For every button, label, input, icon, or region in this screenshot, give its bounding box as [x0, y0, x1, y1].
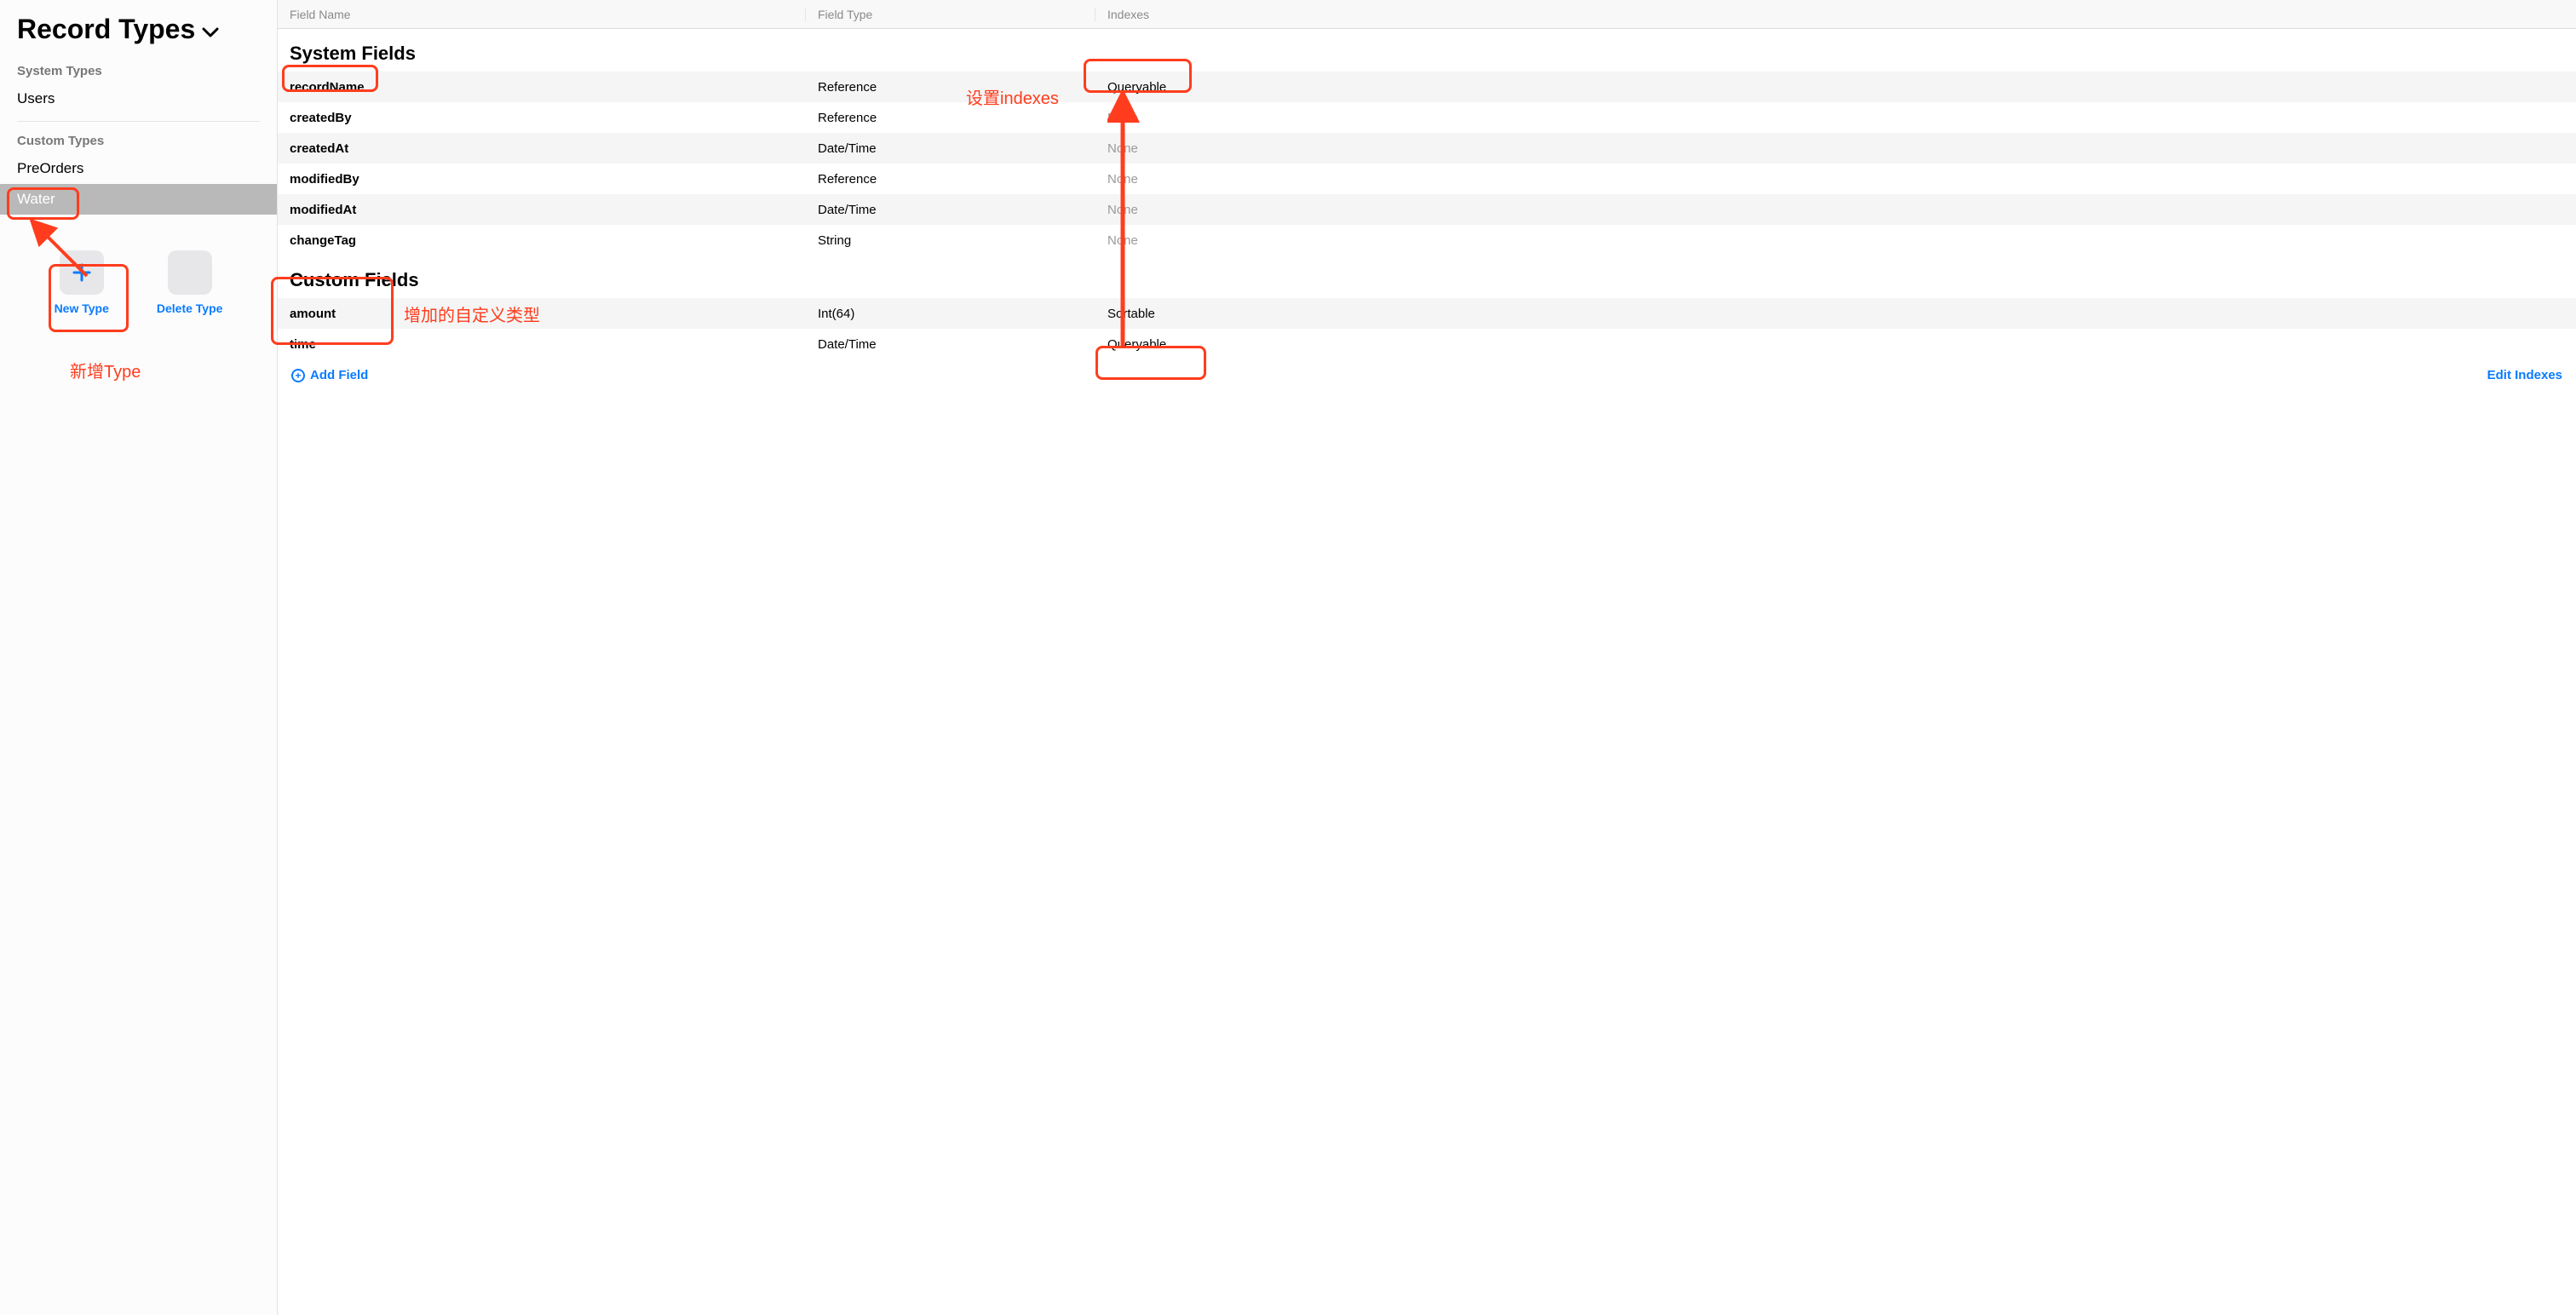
sidebar-section-custom: Custom Types [0, 129, 277, 153]
main-panel: Field Name Field Type Indexes System Fie… [278, 0, 2576, 1315]
divider [17, 121, 260, 122]
custom-fields: amount Int(64) Sortable time Date/Time Q… [278, 298, 2576, 359]
col-header-name: Field Name [278, 8, 806, 21]
cell-type: Date/Time [806, 141, 1095, 156]
table-row[interactable]: modifiedAt Date/Time None [278, 194, 2576, 225]
col-header-indexes: Indexes [1095, 8, 2576, 21]
table-row[interactable]: changeTag String None [278, 225, 2576, 256]
cell-name: time [278, 337, 806, 352]
cell-indexes: None [1095, 203, 2576, 217]
cell-indexes: None [1095, 172, 2576, 187]
section-heading-system: System Fields [278, 29, 2576, 72]
cell-indexes: None [1095, 233, 2576, 248]
sidebar-section-system: System Types [0, 59, 277, 83]
new-type-label: New Type [55, 301, 109, 315]
plus-circle-icon: + [291, 369, 305, 382]
cell-type: Reference [806, 111, 1095, 125]
delete-type-button[interactable]: Delete Type [157, 250, 223, 315]
cell-name: changeTag [278, 233, 806, 248]
sidebar-item-users[interactable]: Users [0, 83, 277, 114]
col-header-type: Field Type [806, 8, 1095, 21]
section-heading-custom: Custom Fields [278, 256, 2576, 298]
cell-name: modifiedAt [278, 203, 806, 217]
sidebar: Record Types System Types Users Custom T… [0, 0, 278, 1315]
cell-name: recordName [278, 80, 806, 95]
table-row[interactable]: createdBy Reference None [278, 102, 2576, 133]
table-row[interactable]: time Date/Time Queryable [278, 329, 2576, 359]
add-field-link[interactable]: + Add Field [291, 368, 368, 382]
new-type-button[interactable]: New Type [55, 250, 109, 315]
system-fields: recordName Reference Queryable createdBy… [278, 72, 2576, 256]
cell-type: Reference [806, 172, 1095, 187]
cell-name: createdAt [278, 141, 806, 156]
plus-icon [60, 250, 104, 295]
sidebar-actions: New Type Delete Type [0, 215, 277, 315]
footer-row: + Add Field Edit Indexes [278, 359, 2576, 391]
cell-name: amount [278, 307, 806, 321]
cell-type: Int(64) [806, 307, 1095, 321]
table-row[interactable]: createdAt Date/Time None [278, 133, 2576, 164]
blank-icon [168, 250, 212, 295]
table-row[interactable]: modifiedBy Reference None [278, 164, 2576, 194]
cell-type: Date/Time [806, 203, 1095, 217]
page-title-row[interactable]: Record Types [0, 9, 277, 59]
chevron-down-icon [202, 14, 219, 45]
table-row[interactable]: amount Int(64) Sortable [278, 298, 2576, 329]
delete-type-label: Delete Type [157, 301, 223, 315]
page-title: Record Types [17, 14, 195, 45]
cell-type: Reference [806, 80, 1095, 95]
table-row[interactable]: recordName Reference Queryable [278, 72, 2576, 102]
cell-indexes: Sortable [1095, 307, 2576, 321]
cell-indexes: None [1095, 111, 2576, 125]
cell-name: createdBy [278, 111, 806, 125]
cell-indexes: Queryable [1095, 337, 2576, 352]
sidebar-item-water[interactable]: Water [0, 184, 277, 215]
cell-indexes: None [1095, 141, 2576, 156]
cell-type: Date/Time [806, 337, 1095, 352]
cell-type: String [806, 233, 1095, 248]
sidebar-item-preorders[interactable]: PreOrders [0, 153, 277, 184]
cell-indexes: Queryable [1095, 80, 2576, 95]
edit-indexes-link[interactable]: Edit Indexes [2487, 368, 2562, 382]
add-field-label: Add Field [310, 368, 368, 382]
cell-name: modifiedBy [278, 172, 806, 187]
column-headers: Field Name Field Type Indexes [278, 0, 2576, 29]
